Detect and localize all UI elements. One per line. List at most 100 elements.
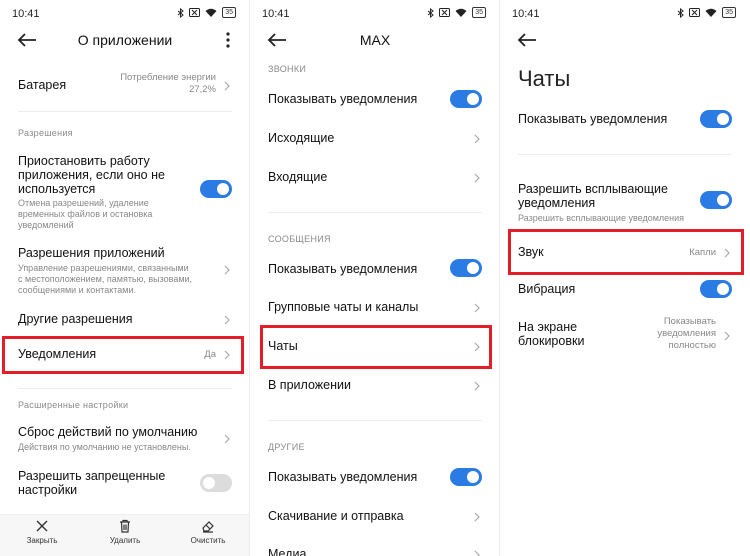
battery-icon: 35 [722, 7, 736, 18]
section-advanced: Расширенные настройки [18, 400, 129, 410]
wifi-icon [205, 8, 217, 17]
panel-separator [499, 0, 500, 556]
section-messages: СООБЩЕНИЯ [268, 234, 331, 244]
page-title: Чаты [518, 66, 571, 91]
lockscreen-value: Показывать уведомления полностью [657, 316, 716, 351]
chevron-right-icon [224, 315, 230, 325]
trash-icon [120, 519, 130, 533]
chats-notifications-toggle[interactable] [700, 110, 732, 128]
popup-toggle[interactable] [700, 191, 732, 209]
show-notifications-title: Показывать уведомления [518, 112, 668, 126]
divider [268, 420, 482, 421]
section-calls: ЗВОНКИ [268, 64, 307, 74]
chevron-right-icon [224, 265, 230, 275]
calls-show-notifications-title: Показывать уведомления [268, 92, 418, 106]
download-send-title: Скачивание и отправка [268, 509, 404, 523]
chevron-right-icon [474, 512, 480, 522]
close-label: Закрыть [26, 536, 58, 545]
section-other: ДРУГИЕ [268, 442, 305, 452]
app-info-screen: 10:41 35 О приложении Батарея Потреблени… [0, 0, 250, 556]
other-show-notifications-title: Показывать уведомления [268, 470, 418, 484]
vibration-title: Вибрация [518, 282, 576, 296]
in-app-title: В приложении [268, 378, 351, 392]
pause-app-row[interactable]: Приостановить работу приложения, если оно… [18, 154, 190, 230]
battery-icon: 35 [222, 7, 236, 18]
sim-off-icon [189, 8, 201, 17]
vibration-row[interactable]: Вибрация [518, 282, 690, 298]
page-title: MAX [359, 32, 391, 48]
vibration-toggle[interactable] [700, 280, 732, 298]
chevron-right-icon [224, 81, 230, 91]
allow-restricted-row[interactable]: Разрешить запрещенные настройки [18, 469, 190, 499]
bluetooth-icon [427, 7, 435, 18]
reset-defaults-title: Сброс действий по умолчанию [18, 425, 198, 439]
battery-usage-value: Потребление энергии 27,2% [120, 72, 216, 95]
calls-show-notifications-row[interactable]: Показывать уведомления [268, 92, 440, 108]
pause-app-toggle[interactable] [200, 180, 232, 198]
notifications-highlight [2, 336, 244, 374]
panel-separator [249, 0, 250, 556]
messages-show-notifications-row[interactable]: Показывать уведомления [268, 262, 440, 278]
battery-icon: 35 [472, 7, 486, 18]
chevron-right-icon [724, 331, 730, 341]
chevron-right-icon [474, 134, 480, 144]
popup-notifications-row[interactable]: Разрешить всплывающие уведомления Разреши… [518, 182, 690, 223]
incoming-row[interactable]: Входящие [268, 170, 482, 186]
in-app-row[interactable]: В приложении [268, 378, 482, 394]
chevron-right-icon [474, 303, 480, 313]
delete-label: Удалить [109, 536, 141, 545]
battery-row[interactable]: Батарея Потребление энергии 27,2% [18, 72, 232, 96]
app-permissions-row[interactable]: Разрешения приложений Управление разреше… [18, 246, 232, 295]
popup-subtitle: Разрешить всплывающие уведомления [518, 213, 685, 223]
reset-defaults-subtitle: Действия по умолчанию не установлены. [18, 442, 191, 452]
bluetooth-icon [677, 7, 685, 18]
max-notifications-screen: 10:41 35 MAX ЗВОНКИ Показывать уведомлен… [250, 0, 500, 556]
chevron-right-icon [474, 173, 480, 183]
divider [268, 212, 482, 213]
status-bar: 10:41 35 [0, 0, 250, 26]
clear-button[interactable]: Очистить [178, 519, 238, 545]
sim-off-icon [689, 8, 701, 17]
allow-restricted-title: Разрешить запрещенные настройки [18, 469, 166, 497]
calls-notifications-toggle[interactable] [450, 90, 482, 108]
page-title: О приложении [77, 32, 173, 48]
chevron-right-icon [474, 550, 480, 556]
back-arrow-icon[interactable] [516, 31, 538, 49]
outgoing-row[interactable]: Исходящие [268, 131, 482, 147]
media-row[interactable]: Медиа [268, 547, 482, 556]
status-bar: 10:41 35 [500, 0, 750, 26]
reset-defaults-row[interactable]: Сброс действий по умолчанию Действия по … [18, 425, 232, 453]
bottom-action-bar: Закрыть Удалить Очистить [0, 514, 250, 556]
chevron-right-icon [474, 381, 480, 391]
wifi-icon [455, 8, 467, 17]
group-chats-row[interactable]: Групповые чаты и каналы [268, 300, 482, 316]
delete-button[interactable]: Удалить [95, 519, 155, 545]
app-permissions-subtitle: Управление разрешениями, связанными с мес… [18, 263, 193, 295]
chats-highlight [260, 325, 492, 369]
messages-show-notifications-title: Показывать уведомления [268, 262, 418, 276]
status-time: 10:41 [12, 8, 40, 20]
lockscreen-row[interactable]: На экране блокировки Показывать уведомлени… [518, 316, 732, 352]
download-send-row[interactable]: Скачивание и отправка [268, 509, 482, 525]
show-notifications-row[interactable]: Показывать уведомления [518, 112, 690, 128]
chevron-right-icon [224, 434, 230, 444]
incoming-title: Входящие [268, 170, 328, 184]
close-icon [36, 520, 48, 532]
messages-notifications-toggle[interactable] [450, 259, 482, 277]
chats-settings-screen: 10:41 35 Чаты Показывать уведомления Раз… [500, 0, 750, 556]
status-time: 10:41 [512, 8, 540, 20]
pause-app-subtitle: Отмена разрешений, удаление временных фай… [18, 198, 153, 230]
close-button[interactable]: Закрыть [12, 519, 72, 545]
outgoing-title: Исходящие [268, 131, 335, 145]
other-show-notifications-row[interactable]: Показывать уведомления [268, 470, 440, 486]
sim-off-icon [439, 8, 451, 17]
clear-label: Очистить [190, 536, 226, 545]
divider [518, 154, 732, 155]
allow-restricted-toggle[interactable] [200, 474, 232, 492]
wifi-icon [705, 8, 717, 17]
bluetooth-icon [177, 7, 185, 18]
more-options-icon[interactable] [222, 30, 234, 50]
popup-title: Разрешить всплывающие уведомления [518, 182, 668, 210]
other-notifications-toggle[interactable] [450, 468, 482, 486]
other-permissions-row[interactable]: Другие разрешения [18, 312, 232, 328]
